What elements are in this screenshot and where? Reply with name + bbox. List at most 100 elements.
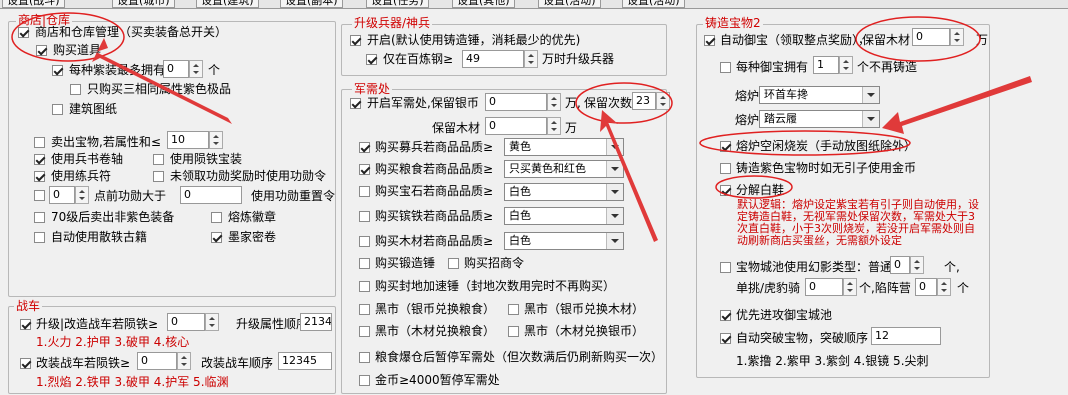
black-2-checkbox[interactable] [508,304,519,315]
modify-order-input[interactable]: 12345 [278,352,332,370]
decompose-checkbox[interactable] [720,185,731,196]
army-row-3-select[interactable]: 白色 [504,183,624,201]
keep-count-spinner[interactable] [656,92,670,110]
army-row-1-label: 购买募兵若商品品质≥ [375,140,494,154]
steel-spinner[interactable] [524,50,538,68]
forge-keep-wood-unit: 万 [976,33,989,47]
upgrade-war-checkbox[interactable] [20,319,31,330]
merit-points-input-2[interactable]: 0 [180,186,242,204]
city-phantom-checkbox[interactable] [720,262,731,273]
furnace-2-select[interactable]: 踏云履 [759,110,880,128]
blueprint-checkbox[interactable] [52,104,63,115]
purple-gold-checkbox[interactable] [720,163,731,174]
weapon-enable-label: 开启(默认使用铸造锤，消耗最少的优先) [367,33,581,47]
single-label: 单挑/虎豹骑 [736,281,801,295]
sell-treasure-checkbox[interactable] [34,137,45,148]
each-purple-checkbox[interactable] [52,65,63,76]
city-phantom-input[interactable]: 0 [890,256,910,274]
auto-book-checkbox[interactable] [34,232,45,243]
black-3-checkbox[interactable] [359,326,370,337]
prefer-city-checkbox[interactable] [720,310,731,321]
tab-3[interactable]: 设置(建筑) [196,0,259,8]
army-enable-checkbox[interactable] [350,98,361,109]
upgrade-order-input[interactable]: 2134 [300,313,332,331]
unclaimed-merit-label: 未领取功勋奖励时使用功勋令 [170,169,327,183]
forge-keep-wood-input[interactable]: 0 [912,28,950,46]
buy-seal-checkbox[interactable] [359,281,370,292]
shop-master-checkbox[interactable] [18,27,29,38]
tab-4[interactable]: 设置(副本) [280,0,343,8]
black-4-checkbox[interactable] [508,326,519,337]
melt-badge-checkbox[interactable] [211,212,222,223]
use-scroll-checkbox[interactable] [34,154,45,165]
army-silver-spinner[interactable] [547,93,561,111]
city-phantom-spinner[interactable] [910,256,924,274]
only-steel-checkbox[interactable] [366,54,377,65]
sell-treasure-input[interactable]: 10 [167,131,209,149]
idle-burn-checkbox[interactable] [720,141,731,152]
grain-stop-checkbox[interactable] [359,352,370,363]
buy-recruit-checkbox[interactable] [448,258,459,269]
auto-break-checkbox[interactable] [720,333,731,344]
use-jade-checkbox[interactable] [153,154,164,165]
army-row-4-checkbox[interactable] [359,211,370,222]
tab-6[interactable]: 设置(其他) [452,0,515,8]
each-purple-input[interactable]: 0 [163,60,189,78]
modify-war-checkbox[interactable] [20,358,31,369]
trap-input[interactable]: 0 [915,278,937,296]
chevron-down-icon [606,139,623,155]
tab-2[interactable]: 设置(城市) [112,0,175,8]
weapon-enable-checkbox[interactable] [350,35,361,46]
keep-count-input[interactable]: 23 [632,92,656,110]
keep-wood-spinner[interactable] [547,117,561,135]
merit-points-spinner[interactable] [75,186,89,204]
use-training-checkbox[interactable] [34,171,45,182]
tab-8[interactable]: 设置(活动) [622,0,685,8]
buy-items-checkbox[interactable] [36,45,47,56]
army-row-2-select[interactable]: 只买黄色和红色 [504,160,624,178]
single-input[interactable]: 0 [805,278,843,296]
modify-war-spinner[interactable] [177,352,191,370]
single-spinner[interactable] [843,278,857,296]
only-three-checkbox[interactable] [70,84,81,95]
keep-wood-input[interactable]: 0 [485,117,547,135]
break-order-input[interactable]: 12 [871,327,941,345]
black-1-checkbox[interactable] [359,304,370,315]
army-row-1-select[interactable]: 黄色 [504,138,624,156]
upgrade-war-spinner[interactable] [205,313,219,331]
buy-hammer-checkbox[interactable] [359,258,370,269]
sell-treasure-spinner[interactable] [209,131,223,149]
army-row-2-checkbox[interactable] [359,164,370,175]
ink-key-checkbox[interactable] [211,232,222,243]
purple-gold-label: 铸造紫色宝物时如无引子使用金币 [736,161,917,175]
army-row-1-checkbox[interactable] [359,142,370,153]
forge-keep-wood-spinner[interactable] [950,28,964,46]
auto-forge-checkbox[interactable] [704,35,715,46]
army-row-4-select[interactable]: 白色 [504,207,624,225]
forge-keep-wood-label: 保留木材 [862,33,911,47]
gold-stop-checkbox[interactable] [359,375,370,386]
each-forge-spinner[interactable] [839,56,853,74]
tab-7[interactable]: 设置(活动) [538,0,601,8]
furnace-1-select[interactable]: 环首车搀 [759,86,880,104]
merit-points-input[interactable]: 0 [49,186,75,204]
sell-70-checkbox[interactable] [34,212,45,223]
unclaimed-merit-checkbox[interactable] [153,171,164,182]
army-row-5-checkbox[interactable] [359,236,370,247]
each-forge-checkbox[interactable] [720,62,731,73]
modify-war-input[interactable]: 0 [137,352,177,370]
steel-input[interactable]: 49 [462,50,524,68]
tab-5[interactable]: 设置(任务) [366,0,429,8]
army-row-1-value: 黄色 [509,140,531,153]
single-mid: 个,陷阵营 [859,281,911,295]
merit-points-checkbox[interactable] [34,190,45,201]
army-row-5-select[interactable]: 白色 [504,232,624,250]
each-forge-input[interactable]: 1 [813,56,839,74]
upgrade-war-input[interactable]: 0 [167,313,205,331]
each-purple-spinner[interactable] [189,60,203,78]
army-silver-input[interactable]: 0 [485,93,547,111]
trap-spinner[interactable] [937,278,951,296]
army-enable-label: 开启军需处,保留银币 [367,96,479,110]
army-row-3-checkbox[interactable] [359,186,370,197]
tab-1[interactable]: 设置(战斗) [2,0,65,8]
